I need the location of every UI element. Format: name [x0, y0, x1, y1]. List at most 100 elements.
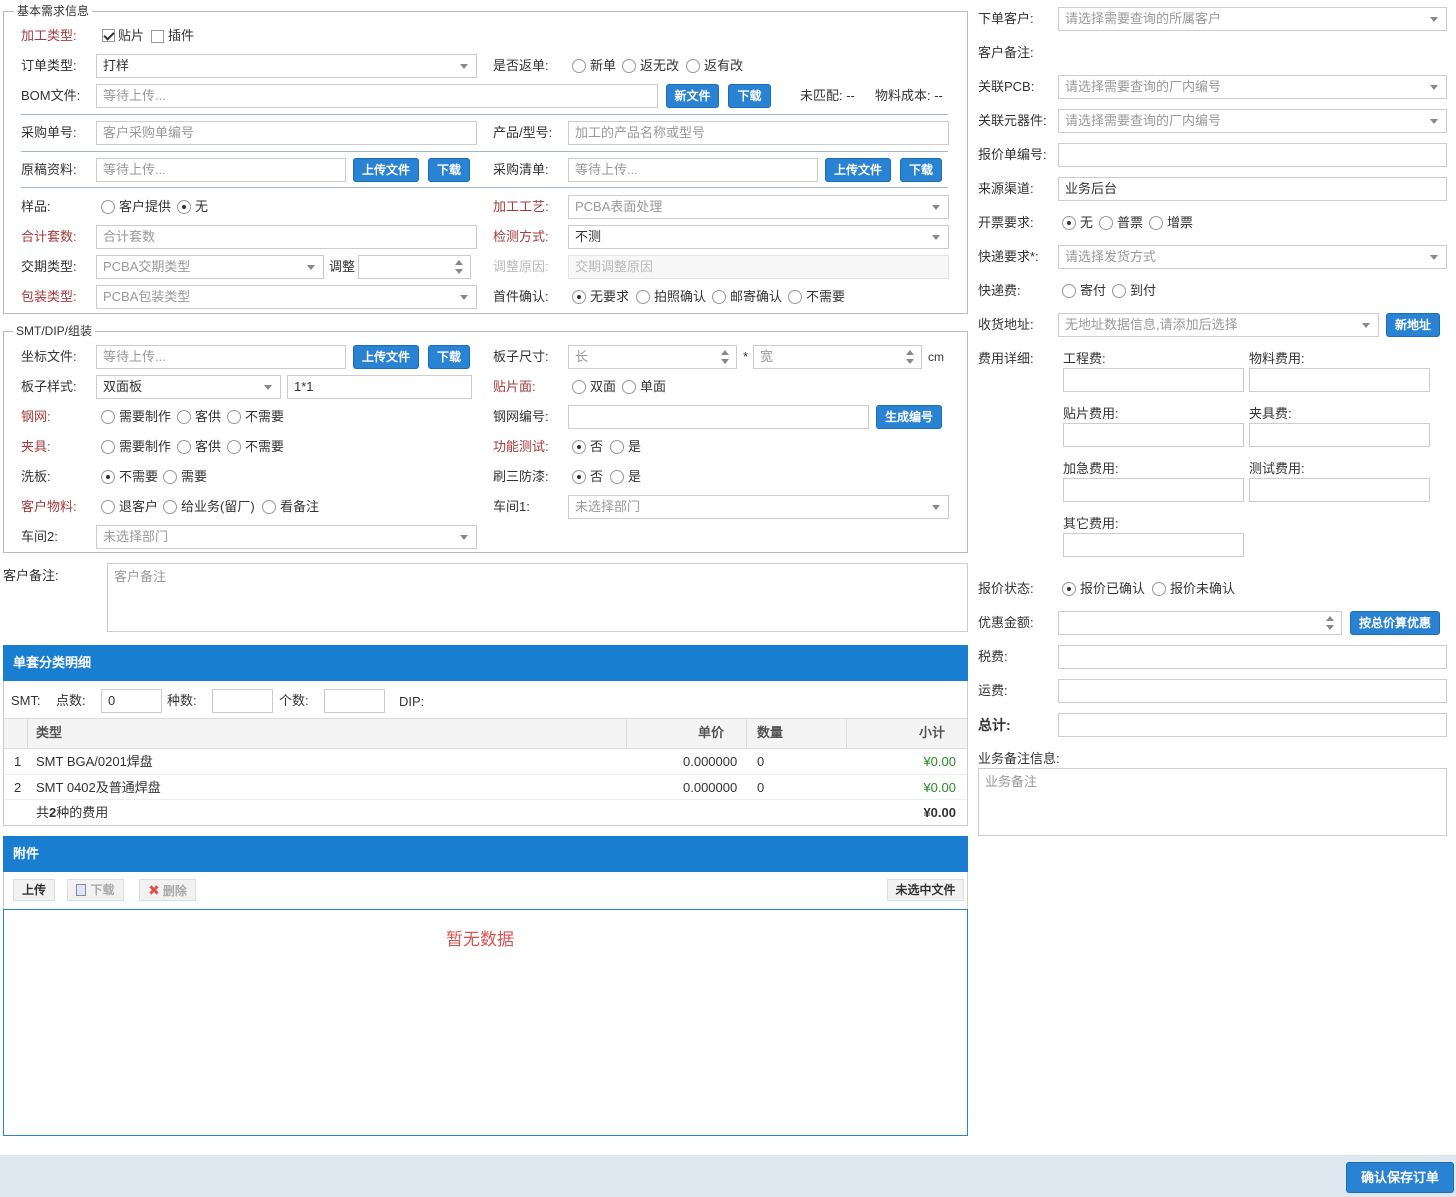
see-note-radio[interactable]: [262, 500, 276, 514]
bom-download-button[interactable]: 下载: [728, 84, 771, 108]
component-select[interactable]: 请选择需要查询的厂内编号: [1058, 109, 1447, 133]
coating-no-radio[interactable]: [572, 470, 586, 484]
func-test-no-option: 否: [590, 439, 604, 454]
table-row[interactable]: 2 SMT 0402及普通焊盘 0.000000 0 ¥0.00: [4, 774, 967, 799]
stencil-provided-radio[interactable]: [177, 410, 191, 424]
quote-no-input[interactable]: [1058, 143, 1447, 167]
new-order-radio[interactable]: [572, 59, 586, 73]
draft-download-button[interactable]: 下载: [428, 158, 470, 182]
invoice-normal-radio[interactable]: [1099, 216, 1113, 230]
biz-note-textarea[interactable]: 业务备注: [978, 768, 1447, 836]
board-style-select[interactable]: 双面板: [96, 375, 281, 399]
stencil-none-radio[interactable]: [227, 410, 241, 424]
board-length-input[interactable]: 长: [568, 345, 737, 369]
fixture-make-radio[interactable]: [101, 440, 115, 454]
stencil-make-radio[interactable]: [101, 410, 115, 424]
customer-select[interactable]: 请选择需要查询的所属客户: [1058, 7, 1447, 31]
fixture-provided-radio[interactable]: [177, 440, 191, 454]
dip-checkbox[interactable]: [151, 30, 164, 43]
delete-button[interactable]: ✖ 删除: [139, 879, 196, 901]
row-number: 1: [14, 754, 22, 769]
return-nochange-radio[interactable]: [622, 59, 636, 73]
coating-yes-radio[interactable]: [610, 470, 624, 484]
panel-layout-input[interactable]: 1*1: [287, 375, 472, 399]
po-input[interactable]: 客户采购单编号: [96, 121, 477, 145]
calc-discount-button[interactable]: 按总价算优惠: [1350, 611, 1440, 635]
prepaid-radio[interactable]: [1062, 284, 1076, 298]
return-change-radio[interactable]: [686, 59, 700, 73]
keep-factory-radio[interactable]: [163, 500, 177, 514]
draft-input[interactable]: 等待上传...: [96, 158, 346, 182]
wash-yes-radio[interactable]: [163, 470, 177, 484]
smt-checkbox[interactable]: [102, 29, 115, 42]
pcb-select[interactable]: 请选择需要查询的厂内编号: [1058, 75, 1447, 99]
adjust-reason-input[interactable]: 交期调整原因: [568, 255, 949, 279]
coord-download-button[interactable]: 下载: [428, 345, 470, 369]
double-side-radio[interactable]: [572, 380, 586, 394]
smt-fee-input[interactable]: [1063, 423, 1244, 447]
unselected-file-button[interactable]: 未选中文件: [887, 879, 964, 901]
fixture-none-radio[interactable]: [227, 440, 241, 454]
board-width-input[interactable]: 宽: [753, 345, 922, 369]
save-order-button[interactable]: 确认保存订单: [1346, 1162, 1454, 1193]
sample-none-radio[interactable]: [177, 200, 191, 214]
workshop2-select[interactable]: 未选择部门: [96, 525, 477, 549]
single-side-radio[interactable]: [622, 380, 636, 394]
first-photo-radio[interactable]: [636, 290, 650, 304]
sample-customer-radio[interactable]: [101, 200, 115, 214]
workshop1-select[interactable]: 未选择部门: [568, 495, 949, 519]
summary-total: ¥0.00: [923, 805, 956, 820]
express-select[interactable]: 请选择发货方式: [1058, 245, 1447, 269]
first-none-radio[interactable]: [572, 290, 586, 304]
coord-upload-button[interactable]: 上传文件: [353, 345, 419, 369]
purchase-upload-button[interactable]: 上传文件: [825, 158, 891, 182]
coord-input[interactable]: 等待上传...: [96, 345, 346, 369]
material-fee-input[interactable]: [1249, 368, 1430, 392]
product-input[interactable]: 加工的产品名称或型号: [568, 121, 949, 145]
purchase-list-input[interactable]: 等待上传...: [568, 158, 818, 182]
collect-radio[interactable]: [1112, 284, 1126, 298]
adjust-stepper[interactable]: [358, 255, 471, 279]
urgent-fee-input[interactable]: [1063, 478, 1244, 502]
delivery-select[interactable]: PCBA交期类型: [96, 255, 324, 279]
kinds-input[interactable]: [212, 689, 273, 713]
test-fee-input[interactable]: [1249, 478, 1430, 502]
stencil-no-input[interactable]: [568, 405, 869, 429]
packing-select[interactable]: PCBA包装类型: [96, 285, 477, 309]
func-test-no-radio[interactable]: [572, 440, 586, 454]
engineering-fee-input[interactable]: [1063, 368, 1244, 392]
sets-input[interactable]: 合计套数: [96, 225, 477, 249]
first-mail-radio[interactable]: [712, 290, 726, 304]
quote-confirmed-radio[interactable]: [1062, 582, 1076, 596]
other-fee-input[interactable]: [1063, 533, 1244, 557]
invoice-none-radio[interactable]: [1062, 216, 1076, 230]
points-input[interactable]: 0: [101, 689, 162, 713]
craft-select[interactable]: PCBA表面处理: [568, 195, 949, 219]
fixture-fee-input[interactable]: [1249, 423, 1430, 447]
order-type-select[interactable]: 打样: [96, 54, 477, 78]
source-input[interactable]: 业务后台: [1058, 177, 1447, 201]
func-test-yes-radio[interactable]: [610, 440, 624, 454]
freight-input[interactable]: [1058, 679, 1447, 703]
upload-button[interactable]: 上传: [13, 879, 55, 901]
remark-textarea[interactable]: 客户备注: [107, 563, 968, 632]
return-customer-radio[interactable]: [101, 500, 115, 514]
count-input[interactable]: [324, 689, 385, 713]
tax-input[interactable]: [1058, 645, 1447, 669]
address-select[interactable]: 无地址数据信息,请添加后选择: [1058, 313, 1379, 337]
quote-unconfirmed-radio[interactable]: [1152, 582, 1166, 596]
inspect-select[interactable]: 不测: [568, 225, 949, 249]
download-button[interactable]: 下载: [67, 879, 124, 901]
bom-input[interactable]: 等待上传...: [96, 84, 658, 108]
new-address-button[interactable]: 新地址: [1386, 313, 1440, 337]
purchase-download-button[interactable]: 下载: [900, 158, 942, 182]
discount-input[interactable]: [1058, 611, 1342, 635]
new-file-button[interactable]: 新文件: [666, 84, 719, 108]
generate-number-button[interactable]: 生成编号: [876, 405, 942, 429]
wash-no-radio[interactable]: [101, 470, 115, 484]
total-input[interactable]: [1058, 713, 1447, 737]
first-notneeded-radio[interactable]: [788, 290, 802, 304]
draft-upload-button[interactable]: 上传文件: [353, 158, 419, 182]
invoice-vat-radio[interactable]: [1149, 216, 1163, 230]
table-row[interactable]: 1 SMT BGA/0201焊盘 0.000000 0 ¥0.00: [4, 749, 967, 774]
